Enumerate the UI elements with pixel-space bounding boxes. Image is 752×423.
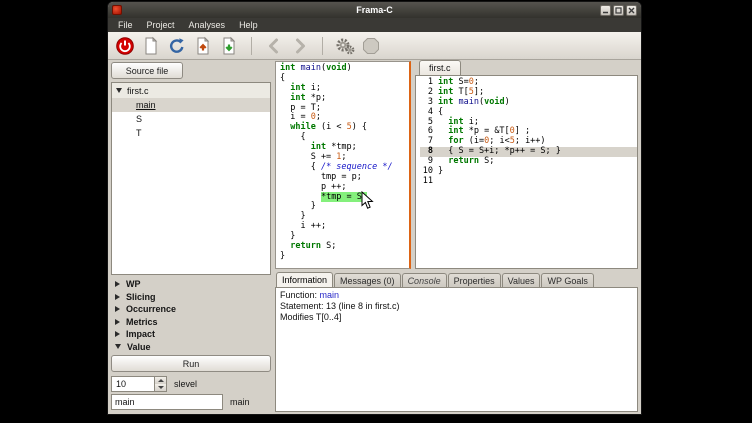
expander-icon[interactable] — [115, 344, 121, 349]
menu-help[interactable]: Help — [232, 18, 265, 32]
code-line[interactable]: 10} — [420, 167, 637, 177]
info-line: Function: main — [280, 290, 633, 301]
desktop: Frama-C FileProjectAnalysesHelp Source — [0, 0, 752, 423]
plugin-value[interactable]: Value — [111, 341, 271, 354]
menu-analyses[interactable]: Analyses — [182, 18, 233, 32]
toolbar-separator — [251, 37, 252, 55]
spin-up-icon[interactable] — [155, 377, 166, 384]
app-icon[interactable] — [112, 5, 122, 15]
tree-item-t[interactable]: T — [112, 126, 270, 140]
plugins-list: WPSlicingOccurrenceMetricsImpactValue — [111, 278, 271, 353]
expander-icon[interactable] — [115, 319, 120, 325]
tree-root-first-c[interactable]: first.c — [112, 83, 270, 98]
window-controls — [600, 5, 637, 16]
slevel-value: 10 — [112, 377, 154, 391]
menu-project[interactable]: Project — [140, 18, 182, 32]
new-file-icon[interactable] — [139, 34, 163, 58]
code-line[interactable]: int main(void) — [280, 64, 409, 74]
cil-code: int main(void){ int i; int *p; p = T; i … — [276, 62, 409, 262]
stop-button[interactable] — [359, 34, 383, 58]
tab-values[interactable]: Values — [502, 273, 541, 287]
plugin-metrics[interactable]: Metrics — [111, 316, 271, 329]
analyses-gears-icon[interactable] — [333, 34, 357, 58]
tree-item-main[interactable]: main — [112, 98, 270, 112]
menubar: FileProjectAnalysesHelp — [108, 18, 641, 32]
code-line[interactable]: } — [280, 252, 409, 262]
spin-down-icon[interactable] — [155, 384, 166, 391]
main-content: Source file first.c mainST WPSlicingOccu… — [108, 60, 641, 414]
source-tab-label: first.c — [429, 63, 451, 73]
expander-icon[interactable] — [115, 281, 120, 287]
expander-icon[interactable] — [116, 88, 122, 93]
bottom-panel: InformationMessages (0)ConsoleProperties… — [275, 272, 638, 412]
source-code-panel[interactable]: 1int S=0;2int T[5];3int main(void)4{5 in… — [415, 75, 638, 269]
forward-button[interactable] — [288, 34, 312, 58]
load-session-icon[interactable] — [191, 34, 215, 58]
menu-file[interactable]: File — [111, 18, 140, 32]
plugin-wp[interactable]: WP — [111, 278, 271, 291]
slevel-label: slevel — [174, 379, 197, 389]
tab-messages-0[interactable]: Messages (0) — [334, 273, 401, 287]
left-panel: Source file first.c mainST WPSlicingOccu… — [111, 62, 271, 410]
main-function-row: main — [111, 394, 271, 410]
plugin-occurrence[interactable]: Occurrence — [111, 303, 271, 316]
tab-first-c[interactable]: first.c — [419, 60, 461, 75]
quit-button[interactable] — [113, 34, 137, 58]
expander-icon[interactable] — [115, 294, 120, 300]
tree-root-label: first.c — [127, 86, 149, 96]
main-function-label: main — [230, 397, 250, 407]
toolbar-separator — [322, 37, 323, 55]
tab-console[interactable]: Console — [402, 273, 447, 287]
toolbar — [108, 32, 641, 60]
source-code: 1int S=0;2int T[5];3int main(void)4{5 in… — [416, 76, 637, 187]
tab-wp-goals[interactable]: WP Goals — [541, 273, 593, 287]
window-title: Frama-C — [108, 5, 641, 15]
maximize-button[interactable] — [613, 5, 624, 16]
reload-icon[interactable] — [165, 34, 189, 58]
slevel-spinbox[interactable]: 10 — [111, 376, 167, 392]
tab-properties[interactable]: Properties — [448, 273, 501, 287]
code-line[interactable]: i ++; — [280, 222, 409, 232]
spinner-buttons — [154, 377, 166, 391]
run-button[interactable]: Run — [111, 355, 271, 372]
tree-items: mainST — [112, 98, 270, 140]
code-line[interactable]: return S; — [280, 242, 409, 252]
file-tree[interactable]: first.c mainST — [111, 82, 271, 275]
close-button[interactable] — [626, 5, 637, 16]
code-line[interactable]: 11 — [420, 177, 637, 187]
code-line[interactable]: 3int main(void) — [420, 98, 637, 108]
tab-information[interactable]: Information — [276, 272, 333, 287]
bottom-tabs: InformationMessages (0)ConsoleProperties… — [275, 272, 638, 287]
save-session-icon[interactable] — [217, 34, 241, 58]
information-panel[interactable]: Function: mainStatement: 13 (line 8 in f… — [275, 287, 638, 412]
plugin-slicing[interactable]: Slicing — [111, 291, 271, 304]
code-line[interactable]: 9 return S; — [420, 157, 637, 167]
tree-item-s[interactable]: S — [112, 112, 270, 126]
info-line: Modifies T[0..4] — [280, 312, 633, 323]
cil-code-panel[interactable]: int main(void){ int i; int *p; p = T; i … — [275, 61, 411, 269]
expander-icon[interactable] — [115, 331, 120, 337]
titlebar[interactable]: Frama-C — [108, 2, 641, 18]
source-file-button[interactable]: Source file — [111, 62, 183, 79]
slevel-row: 10 slevel — [111, 376, 271, 392]
main-function-input[interactable] — [111, 394, 223, 410]
minimize-button[interactable] — [600, 5, 611, 16]
source-view: first.c 1int S=0;2int T[5];3int main(voi… — [415, 60, 638, 269]
back-button[interactable] — [262, 34, 286, 58]
info-line: Statement: 13 (line 8 in first.c) — [280, 301, 633, 312]
expander-icon[interactable] — [115, 306, 120, 312]
plugin-impact[interactable]: Impact — [111, 328, 271, 341]
mouse-cursor — [361, 191, 374, 210]
frama-c-window: Frama-C FileProjectAnalysesHelp Source — [108, 2, 641, 414]
